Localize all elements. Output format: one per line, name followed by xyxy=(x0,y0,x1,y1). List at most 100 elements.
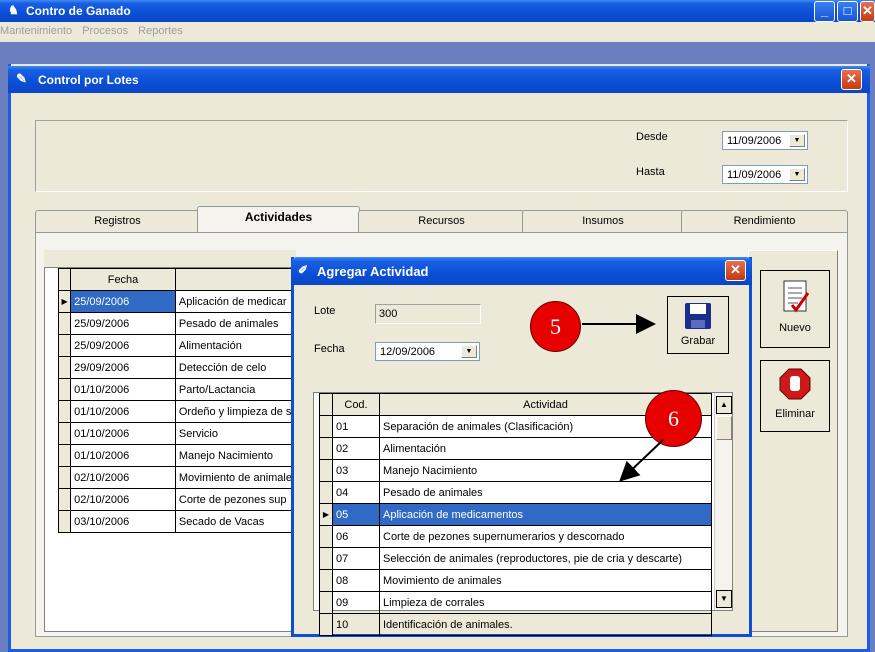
grid-cell-fecha[interactable]: 03/10/2006 xyxy=(70,510,176,533)
close-child-button[interactable]: ✕ xyxy=(841,69,862,90)
close-dialog-button[interactable]: ✕ xyxy=(725,260,746,281)
grid-cell-fecha[interactable]: 01/10/2006 xyxy=(70,400,176,423)
grid-cell-fecha[interactable]: 02/10/2006 xyxy=(70,488,176,511)
grid-cell-actividad[interactable]: Alimentación xyxy=(174,334,297,357)
grid-cell-actividad[interactable]: Parto/Lactancia xyxy=(174,378,297,401)
grid-cell-cod[interactable]: 03 xyxy=(332,459,380,482)
grid-cell-fecha[interactable]: 29/09/2006 xyxy=(70,356,176,379)
table-row[interactable]: 09 Limpieza de corrales xyxy=(319,591,712,614)
grid-cell-fecha[interactable]: 01/10/2006 xyxy=(70,378,176,401)
scroll-thumb[interactable] xyxy=(716,416,732,440)
row-header xyxy=(57,400,72,423)
tab-registros[interactable]: Registros xyxy=(35,210,200,232)
tab-actividades[interactable]: Actividades xyxy=(197,206,360,232)
close-app-button[interactable]: ✕ xyxy=(860,1,875,22)
grid-cell-cod[interactable]: 08 xyxy=(332,569,380,592)
desde-value: 11/09/2006 xyxy=(727,135,782,147)
scroll-down-button[interactable]: ▼ xyxy=(716,590,732,608)
grid-cell-actividad[interactable]: Servicio xyxy=(174,422,297,445)
scroll-up-button[interactable]: ▲ xyxy=(716,396,732,414)
col-header-fecha[interactable]: Fecha xyxy=(70,268,176,291)
fecha-date-picker[interactable]: 12/09/2006 ▼ xyxy=(375,342,480,361)
main-activities-grid[interactable]: Fecha ▶ 25/09/2006 Aplicación de medicar 2… xyxy=(57,268,297,533)
maximize-button[interactable]: □ xyxy=(837,1,858,22)
table-row[interactable]: 02 Alimentación xyxy=(319,437,712,460)
grid-cell-cod[interactable]: 02 xyxy=(332,437,380,460)
grid-cell-cod[interactable]: 07 xyxy=(332,547,380,570)
grabar-button[interactable]: Grabar xyxy=(667,296,729,354)
eliminar-button[interactable]: Eliminar xyxy=(760,360,830,432)
grid-cell-actividad[interactable]: Manejo Nacimiento xyxy=(174,444,297,467)
menu-procesos[interactable]: Procesos xyxy=(82,25,128,37)
grid-cell-cod[interactable]: 06 xyxy=(332,525,380,548)
grid-cell-actividad[interactable]: Secado de Vacas xyxy=(174,510,297,533)
table-row[interactable]: 25/09/2006 Alimentación xyxy=(57,334,297,357)
grid-cell-actividad[interactable]: Detección de celo xyxy=(174,356,297,379)
grid-cell-actividad[interactable]: Limpieza de corrales xyxy=(379,591,712,614)
row-header xyxy=(57,378,72,401)
grid-cell-cod[interactable]: 05 xyxy=(332,503,380,526)
table-row[interactable]: 01/10/2006 Parto/Lactancia xyxy=(57,378,297,401)
dialog-grid-scrollbar[interactable]: ▲ ▼ xyxy=(714,393,732,610)
table-row[interactable]: 25/09/2006 Pesado de animales xyxy=(57,312,297,335)
grid-cell-actividad[interactable]: Movimiento de animale xyxy=(174,466,297,489)
table-row[interactable]: 07 Selección de animales (reproductores, … xyxy=(319,547,712,570)
app-title: Contro de Ganado xyxy=(26,4,131,18)
grid-cell-fecha[interactable]: 01/10/2006 xyxy=(70,444,176,467)
table-row[interactable]: 10 Identificación de animales. xyxy=(319,613,712,636)
grid-cell-actividad[interactable]: Identificación de animales. xyxy=(379,613,712,636)
tab-insumos[interactable]: Insumos xyxy=(522,210,684,232)
main-grid-header: Fecha xyxy=(57,268,297,291)
table-row[interactable]: ▶ 05 Aplicación de medicamentos xyxy=(319,503,712,526)
grid-cell-fecha[interactable]: 01/10/2006 xyxy=(70,422,176,445)
table-row[interactable]: 02/10/2006 Movimiento de animale xyxy=(57,466,297,489)
hasta-date-picker[interactable]: 11/09/2006 ▼ xyxy=(722,165,808,184)
grid-cell-cod[interactable]: 04 xyxy=(332,481,380,504)
grid-cell-actividad[interactable]: Movimiento de animales xyxy=(379,569,712,592)
grid-cell-fecha[interactable]: 25/09/2006 xyxy=(70,334,176,357)
table-row[interactable]: 01/10/2006 Servicio xyxy=(57,422,297,445)
desde-label: Desde xyxy=(636,131,668,143)
grid-cell-cod[interactable]: 01 xyxy=(332,415,380,438)
table-row[interactable]: 04 Pesado de animales xyxy=(319,481,712,504)
grid-cell-actividad[interactable]: Pesado de animales xyxy=(174,312,297,335)
minimize-button[interactable]: _ xyxy=(814,1,835,22)
grid-cell-cod[interactable]: 10 xyxy=(332,613,380,636)
chevron-down-icon[interactable]: ▼ xyxy=(461,345,477,358)
lote-value: 300 xyxy=(379,308,398,320)
table-row[interactable]: 01/10/2006 Manejo Nacimiento xyxy=(57,444,297,467)
table-row[interactable]: ▶ 25/09/2006 Aplicación de medicar xyxy=(57,290,297,313)
table-row[interactable]: 02/10/2006 Corte de pezones sup xyxy=(57,488,297,511)
table-row[interactable]: 08 Movimiento de animales xyxy=(319,569,712,592)
grid-cell-fecha[interactable]: 02/10/2006 xyxy=(70,466,176,489)
table-row[interactable]: 29/09/2006 Detección de celo xyxy=(57,356,297,379)
grid-cell-actividad[interactable]: Aplicación de medicar xyxy=(174,290,297,313)
grid-cell-actividad[interactable]: Pesado de animales xyxy=(379,481,712,504)
table-row[interactable]: 06 Corte de pezones supernumerarios y des… xyxy=(319,525,712,548)
grid-cell-actividad[interactable]: Selección de animales (reproductores, pi… xyxy=(379,547,712,570)
table-row[interactable]: 03 Manejo Nacimiento xyxy=(319,459,712,482)
desde-date-picker[interactable]: 11/09/2006 ▼ xyxy=(722,131,808,150)
col-header-actividad[interactable] xyxy=(174,268,297,291)
chevron-down-icon[interactable]: ▼ xyxy=(789,134,805,147)
row-pointer-icon: ▶ xyxy=(319,503,333,526)
tab-recursos[interactable]: Recursos xyxy=(358,210,525,232)
grid-cell-actividad[interactable]: Corte de pezones sup xyxy=(174,488,297,511)
grid-cell-fecha[interactable]: 25/09/2006 xyxy=(70,312,176,335)
grid-cell-actividad[interactable]: Manejo Nacimiento xyxy=(379,459,712,482)
grid-cell-actividad[interactable]: Aplicación de medicamentos xyxy=(379,503,712,526)
chevron-down-icon[interactable]: ▼ xyxy=(789,168,805,181)
tab-rendimiento[interactable]: Rendimiento xyxy=(681,210,848,232)
grid-cell-cod[interactable]: 09 xyxy=(332,591,380,614)
table-row[interactable]: 01/10/2006 Ordeño y limpieza de s xyxy=(57,400,297,423)
row-header xyxy=(319,481,333,504)
menu-reportes[interactable]: Reportes xyxy=(138,25,183,37)
grid-cell-actividad[interactable]: Corte de pezones supernumerarios y desco… xyxy=(379,525,712,548)
nuevo-button[interactable]: Nuevo xyxy=(760,270,830,348)
table-row[interactable]: 03/10/2006 Secado de Vacas xyxy=(57,510,297,533)
col-header-cod[interactable]: Cod. xyxy=(332,393,380,416)
grabar-label: Grabar xyxy=(680,335,716,347)
grid-cell-fecha[interactable]: 25/09/2006 xyxy=(70,290,176,313)
grid-cell-actividad[interactable]: Ordeño y limpieza de s xyxy=(174,400,297,423)
menu-mantenimiento[interactable]: Mantenimiento xyxy=(0,25,72,37)
